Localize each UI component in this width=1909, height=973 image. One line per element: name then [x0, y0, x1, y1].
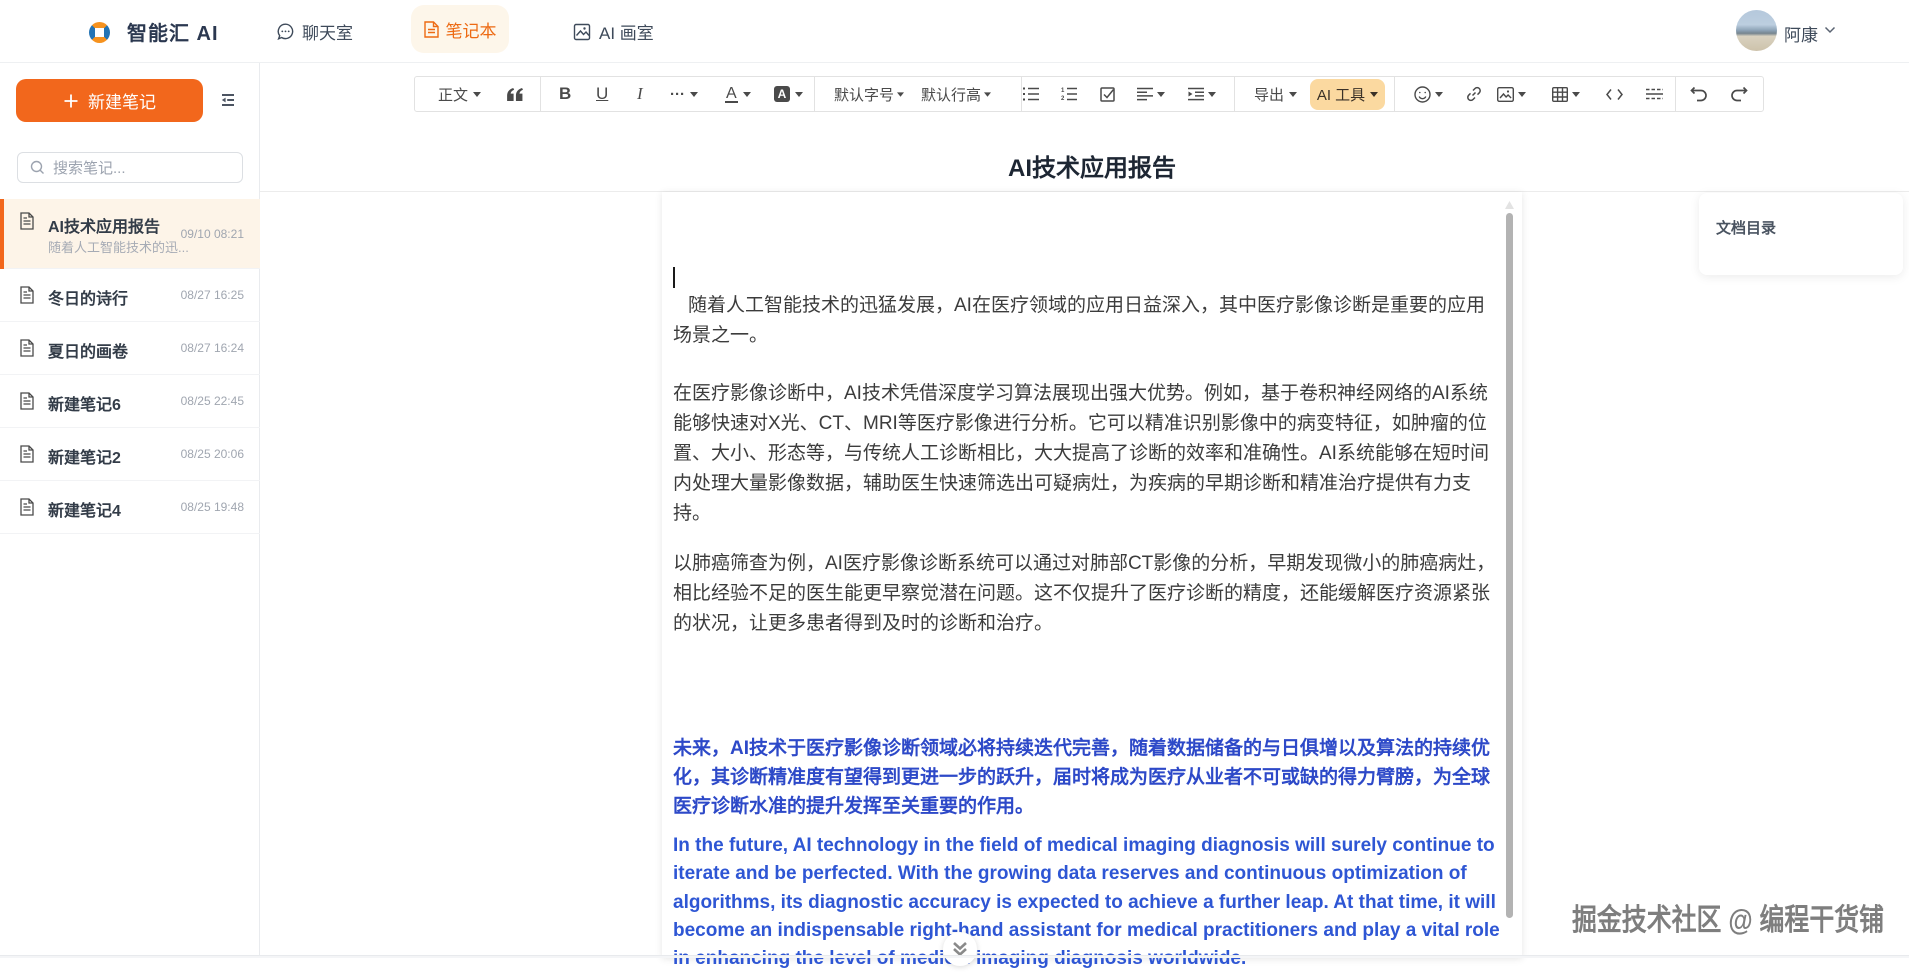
- svg-text:1: 1: [1061, 88, 1065, 94]
- svg-text:2: 2: [1061, 96, 1065, 101]
